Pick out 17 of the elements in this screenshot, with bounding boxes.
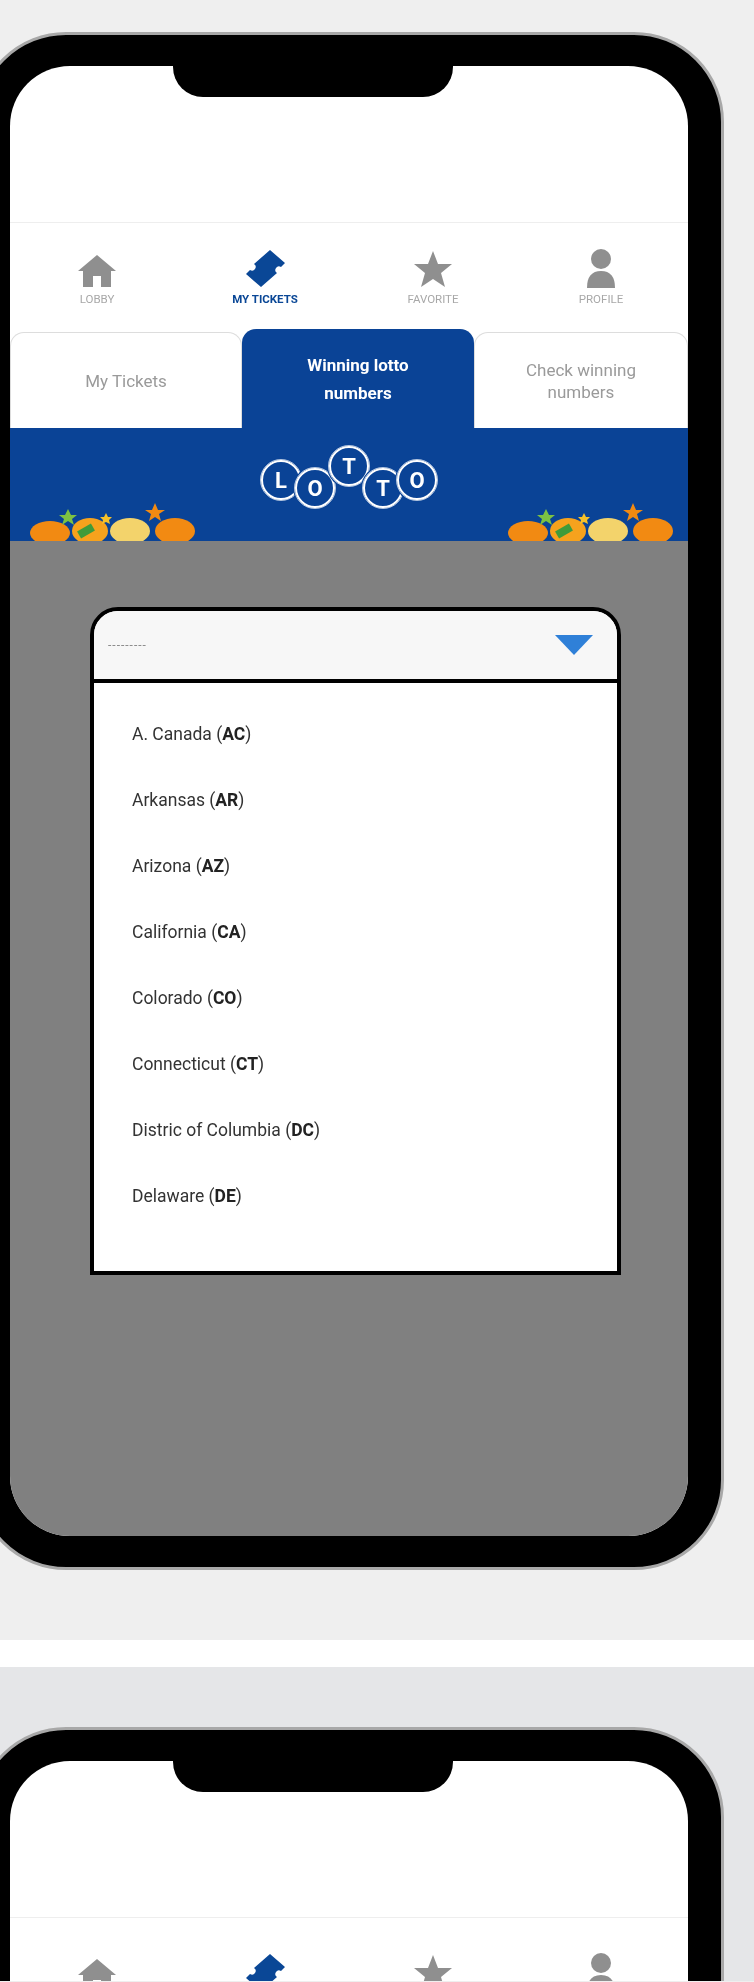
dropdown-option[interactable]: Arkansas (AR) [132, 786, 245, 814]
dropdown-option[interactable]: Connecticut (CT) [132, 1050, 265, 1078]
dropdown-option[interactable]: A. Canada (AC) [132, 720, 252, 748]
dropdown-option[interactable]: Colorado (CO) [132, 984, 243, 1012]
dropdown-placeholder: --------- [108, 637, 147, 654]
dropdown-option[interactable]: Distric of Columbia (DC) [132, 1116, 321, 1144]
dropdown-option[interactable]: California (CA) [132, 918, 247, 946]
dropdown-option[interactable]: Arizona (AZ) [132, 852, 231, 880]
state-dropdown[interactable]: --------- A. Canada (AC) Arkansas (AR) Arizona (AZ) California (CA) Colorado (CO) Connecticut (CT) Distric of Columbia (DC) Delaware (DE) [90, 607, 621, 1275]
star-icon [413, 1954, 453, 1981]
nav-tab[interactable]: MY TICKETS [181, 223, 349, 329]
star-icon [413, 250, 453, 289]
home-icon [77, 254, 117, 289]
user-icon [585, 248, 617, 289]
section-tab[interactable]: Winning lotto numbers [242, 329, 474, 428]
dropdown-arrow-icon [555, 635, 593, 655]
dropdown-option[interactable]: Delaware (DE) [132, 1182, 242, 1210]
